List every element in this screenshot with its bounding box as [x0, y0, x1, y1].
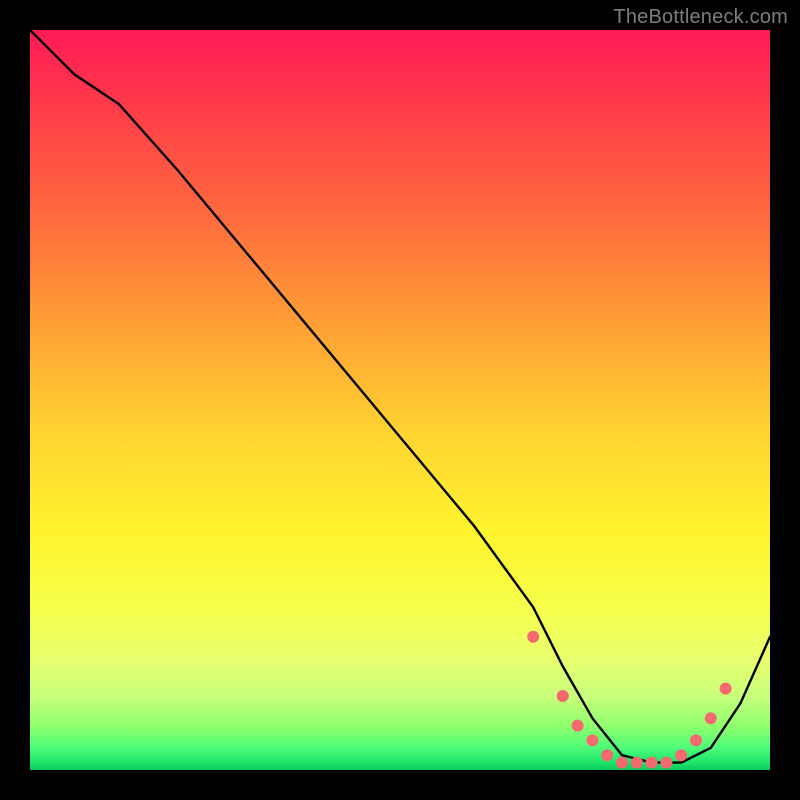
marker-dot [586, 734, 598, 746]
marker-dot [557, 690, 569, 702]
marker-dot [631, 757, 643, 769]
marker-dot [572, 720, 584, 732]
marker-dot [646, 757, 658, 769]
watermark-text: TheBottleneck.com [613, 6, 788, 29]
marker-dot [527, 631, 539, 643]
marker-dot [705, 712, 717, 724]
optimal-zone-markers [527, 631, 731, 769]
marker-dot [690, 734, 702, 746]
marker-dot [601, 749, 613, 761]
bottleneck-curve [30, 30, 770, 763]
marker-dot [616, 757, 628, 769]
chart-root: TheBottleneck.com [0, 0, 800, 800]
marker-dot [660, 757, 672, 769]
plot-area [30, 30, 770, 770]
marker-dot [720, 683, 732, 695]
curve-layer [30, 30, 770, 770]
marker-dot [675, 749, 687, 761]
